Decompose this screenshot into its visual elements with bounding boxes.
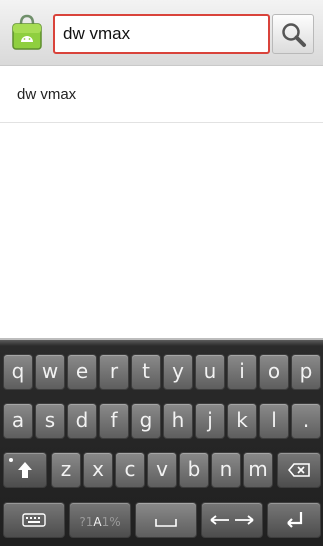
key-period[interactable]: . (291, 403, 321, 439)
key-h[interactable]: h (163, 403, 193, 439)
backspace-icon (288, 463, 310, 477)
key-e[interactable]: e (67, 354, 97, 390)
results-area (0, 123, 323, 335)
key-u[interactable]: u (195, 354, 225, 390)
key-g[interactable]: g (131, 403, 161, 439)
soft-keyboard: q w e r t y u i o p a s d f g h j k l . … (0, 338, 323, 546)
symbol-key[interactable]: ?1A1% (69, 502, 131, 538)
key-o[interactable]: o (259, 354, 289, 390)
symbol-key-prefix: ?1 (79, 515, 94, 529)
symbol-key-main: A (93, 515, 102, 529)
key-f[interactable]: f (99, 403, 129, 439)
key-j[interactable]: j (195, 403, 225, 439)
space-bar-icon (155, 519, 177, 527)
symbol-key-suffix: 1% (101, 515, 121, 529)
key-m[interactable]: m (243, 452, 273, 488)
key-v[interactable]: v (147, 452, 177, 488)
key-c[interactable]: c (115, 452, 145, 488)
shift-key[interactable] (3, 452, 47, 488)
delete-key[interactable] (277, 452, 321, 488)
space-key[interactable] (135, 502, 197, 538)
cursor-move-key[interactable] (201, 502, 263, 538)
key-i[interactable]: i (227, 354, 257, 390)
key-n[interactable]: n (211, 452, 241, 488)
key-k[interactable]: k (227, 403, 257, 439)
key-l[interactable]: l (259, 403, 289, 439)
key-y[interactable]: y (163, 354, 193, 390)
keyboard-icon (22, 513, 46, 527)
key-d[interactable]: d (67, 403, 97, 439)
search-button[interactable] (272, 14, 314, 54)
market-bag-icon[interactable] (9, 14, 45, 52)
magnifier-icon (282, 23, 306, 47)
shift-arrow-icon (18, 462, 32, 478)
key-a[interactable]: a (3, 403, 33, 439)
enter-icon (287, 512, 303, 528)
key-p[interactable]: p (291, 354, 321, 390)
key-w[interactable]: w (35, 354, 65, 390)
suggestion-item[interactable]: dw vmax (0, 67, 323, 123)
search-bar (0, 0, 323, 66)
key-r[interactable]: r (99, 354, 129, 390)
shift-indicator (9, 458, 13, 462)
left-right-arrows-icon (210, 515, 254, 525)
keyboard-settings-key[interactable] (3, 502, 65, 538)
key-z[interactable]: z (51, 452, 81, 488)
key-b[interactable]: b (179, 452, 209, 488)
key-q[interactable]: q (3, 354, 33, 390)
key-t[interactable]: t (131, 354, 161, 390)
enter-key[interactable] (267, 502, 321, 538)
search-input[interactable] (53, 14, 270, 54)
suggestion-label: dw vmax (17, 86, 77, 103)
key-s[interactable]: s (35, 403, 65, 439)
key-x[interactable]: x (83, 452, 113, 488)
